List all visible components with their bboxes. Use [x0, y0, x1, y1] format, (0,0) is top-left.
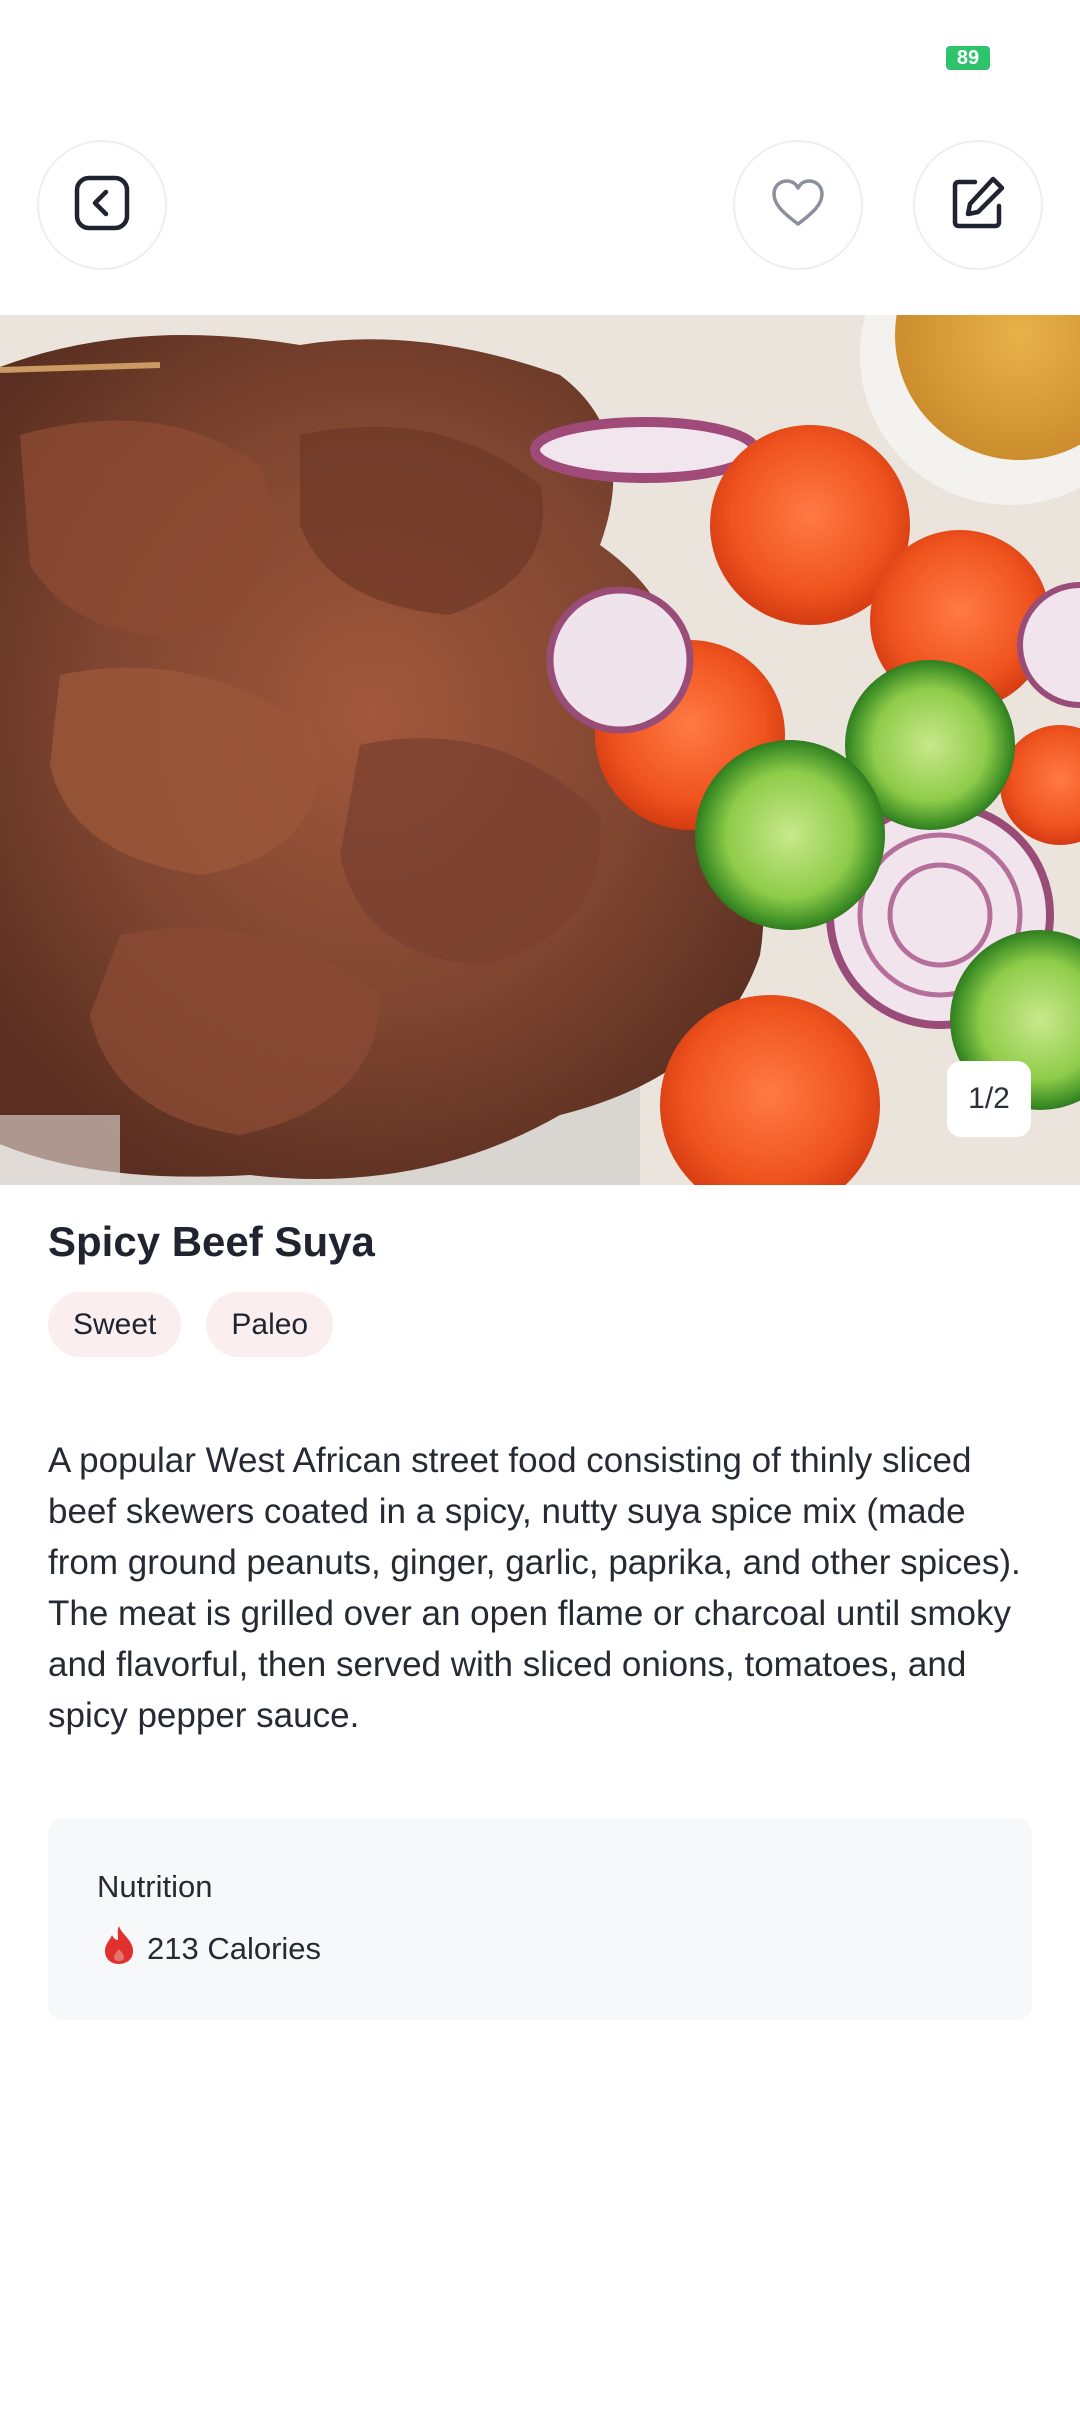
flame-icon	[101, 1924, 137, 1974]
chevron-left-icon	[72, 173, 132, 238]
recipe-photo[interactable]	[0, 315, 1080, 1185]
nutrition-label: Nutrition	[97, 1869, 213, 1904]
tag-chip[interactable]: Sweet	[48, 1292, 182, 1357]
calories-row: 213 Calories	[101, 1924, 321, 1974]
nutrition-card: Nutrition 213 Calories	[48, 1818, 1032, 2020]
edit-pencil-icon	[949, 174, 1007, 237]
heart-outline-icon	[770, 177, 826, 234]
image-counter: 1/2	[947, 1061, 1031, 1137]
favorite-button[interactable]	[733, 140, 863, 270]
recipe-description: A popular West African street food consi…	[48, 1441, 1021, 1735]
calories-value: 213 Calories	[147, 1931, 322, 1966]
recipe-detail-screen: 89 1/2 Spicy Beef Suya Sweet Paleo A pop…	[0, 0, 1080, 2436]
back-button[interactable]	[37, 140, 167, 270]
tag-chip[interactable]: Paleo	[206, 1292, 334, 1357]
edit-button[interactable]	[913, 140, 1043, 270]
battery-indicator: 89	[946, 46, 990, 70]
suya-plate-illustration	[0, 315, 1080, 1185]
status-bar: 89	[0, 0, 1080, 120]
tag-list: Sweet Paleo	[48, 1292, 334, 1357]
recipe-title: Spicy Beef Suya	[48, 1218, 375, 1265]
